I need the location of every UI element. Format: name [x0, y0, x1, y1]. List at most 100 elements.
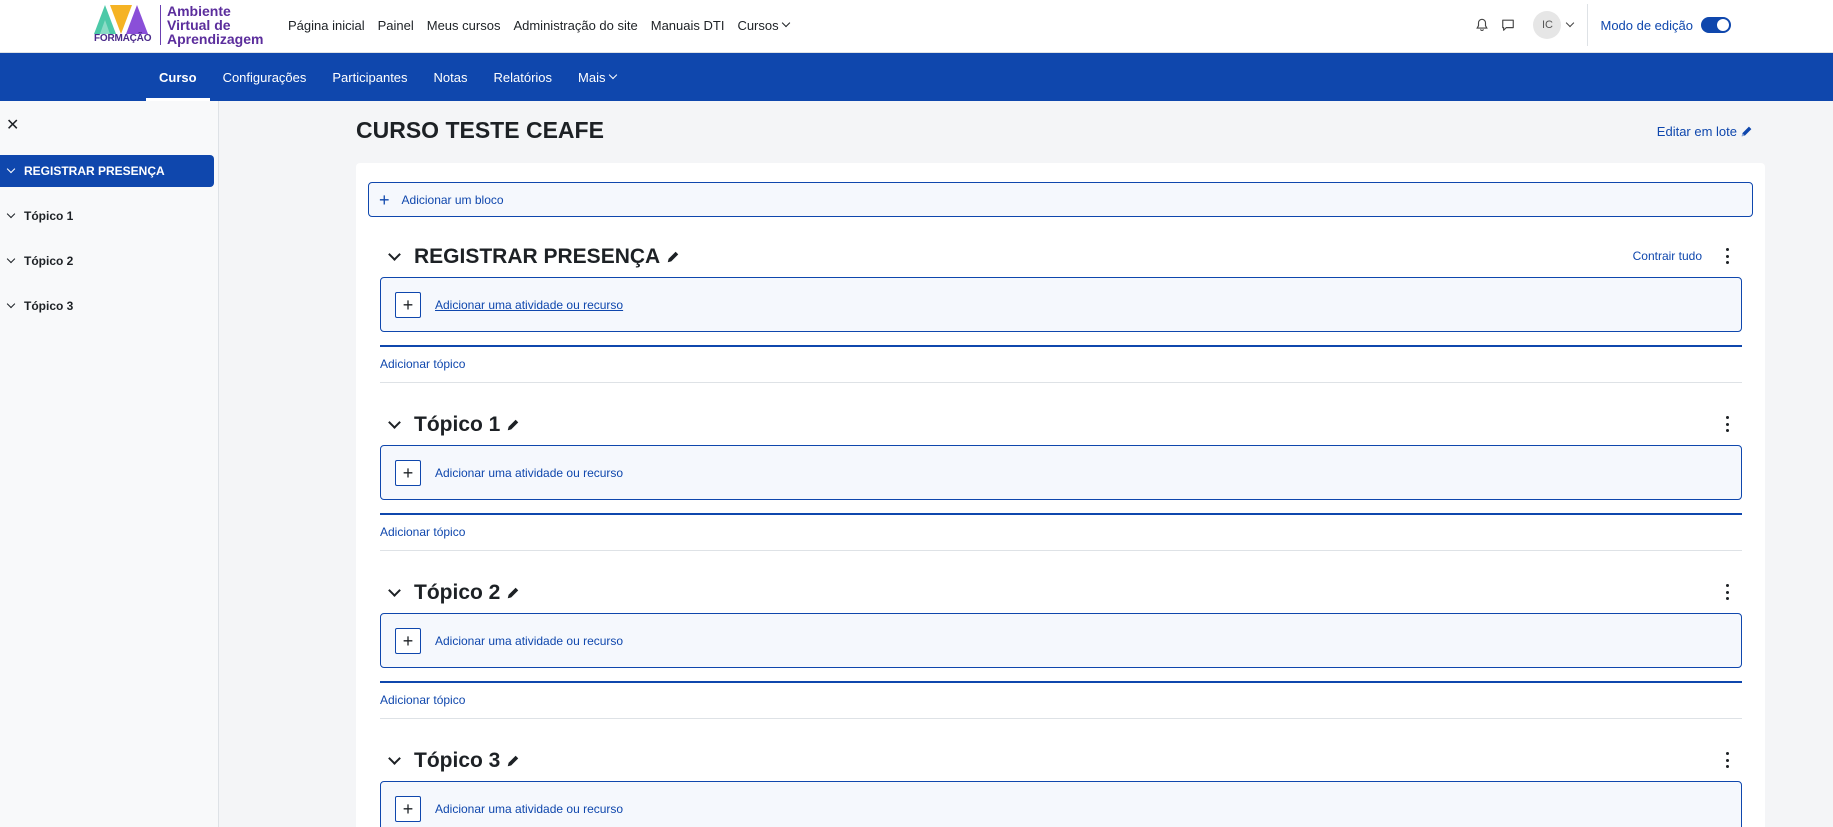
section-divider-line — [380, 345, 1742, 347]
ava-logo-mark: FORMAÇÃO — [92, 2, 160, 48]
chevron-down-icon — [608, 70, 617, 80]
course-index-item-label: REGISTRAR PRESENÇA — [24, 164, 165, 178]
close-drawer-icon[interactable]: ✕ — [6, 115, 20, 134]
logo-text-line3: Aprendizagem — [167, 31, 264, 47]
section-header: Tópico 3 — [380, 743, 1742, 779]
chevron-down-icon[interactable] — [6, 254, 16, 264]
add-activity-box[interactable]: + Adicionar uma atividade ou recurso — [380, 781, 1742, 827]
add-activity-box[interactable]: + Adicionar uma atividade ou recurso — [380, 613, 1742, 668]
add-topic-link[interactable]: Adicionar tópico — [380, 357, 465, 371]
add-topic-link[interactable]: Adicionar tópico — [380, 693, 465, 707]
tab-more-label: Mais — [578, 69, 606, 85]
section-title: Tópico 2 — [414, 581, 501, 604]
edit-mode-label: Modo de edição — [1600, 17, 1693, 33]
plus-icon: + — [379, 189, 390, 210]
add-activity-link[interactable]: Adicionar uma atividade ou recurso — [435, 634, 623, 648]
chevron-down-icon — [781, 18, 790, 28]
collapse-section-chevron-icon[interactable] — [388, 419, 400, 431]
pencil-icon — [1741, 126, 1752, 137]
logo-subtitle: FORMAÇÃO — [94, 33, 152, 44]
add-activity-box[interactable]: + Adicionar uma atividade ou recurso — [380, 277, 1742, 332]
add-block-button[interactable]: + Adicionar um bloco — [368, 182, 1753, 217]
section-actions-kebab-icon[interactable] — [1724, 416, 1730, 432]
chevron-down-icon[interactable] — [6, 164, 16, 174]
nav-my-courses[interactable]: Meus cursos — [427, 18, 501, 33]
edit-section-title-pencil-icon[interactable] — [666, 250, 680, 264]
add-activity-plus-icon[interactable]: + — [395, 795, 421, 822]
section-separator — [380, 718, 1742, 719]
add-activity-link[interactable]: Adicionar uma atividade ou recurso — [435, 298, 623, 312]
edit-section-title-pencil-icon[interactable] — [506, 418, 520, 432]
tab-reports[interactable]: Relatórios — [481, 53, 566, 101]
nav-site-admin[interactable]: Administração do site — [513, 18, 637, 33]
course-section-registrar-presenca: REGISTRAR PRESENÇA Contrair tudo + Adici… — [380, 239, 1742, 383]
add-activity-link[interactable]: Adicionar uma atividade ou recurso — [435, 802, 623, 816]
logo-divider — [160, 5, 161, 45]
user-avatar[interactable]: IC — [1533, 11, 1562, 39]
messages-chat-icon[interactable] — [1495, 12, 1521, 38]
notifications-bell-icon[interactable] — [1469, 12, 1495, 38]
add-activity-box[interactable]: + Adicionar uma atividade ou recurso — [380, 445, 1742, 500]
course-index-item-topico-2[interactable]: Tópico 2 — [0, 245, 214, 277]
course-index-item-topico-1[interactable]: Tópico 1 — [0, 200, 214, 232]
section-title: REGISTRAR PRESENÇA — [414, 245, 661, 268]
navbar-divider — [1587, 4, 1589, 46]
tab-participants[interactable]: Participantes — [319, 53, 420, 101]
tab-more-dropdown[interactable]: Mais — [565, 53, 628, 101]
edit-mode-toggle[interactable] — [1701, 17, 1731, 33]
section-header: Tópico 2 — [380, 575, 1742, 611]
primary-navigation: Página inicial Painel Meus cursos Admini… — [288, 0, 802, 50]
user-menu-chevron-down-icon[interactable] — [1566, 18, 1575, 28]
bulk-edit-label: Editar em lote — [1656, 124, 1737, 139]
chevron-down-icon[interactable] — [6, 209, 16, 219]
nav-home[interactable]: Página inicial — [288, 18, 365, 33]
section-actions-kebab-icon[interactable] — [1724, 752, 1730, 768]
section-separator — [380, 382, 1742, 383]
add-block-label: Adicionar um bloco — [401, 192, 504, 207]
collapse-section-chevron-icon[interactable] — [388, 251, 400, 263]
course-index-drawer: ✕ REGISTRAR PRESENÇA Tópico 1 Tópico 2 T… — [0, 101, 219, 827]
course-index-item-label: Tópico 2 — [24, 254, 74, 268]
logo-text-line1: Ambiente — [167, 3, 231, 19]
section-actions-kebab-icon[interactable] — [1724, 248, 1730, 264]
tab-settings[interactable]: Configurações — [210, 53, 320, 101]
tab-grades[interactable]: Notas — [421, 53, 481, 101]
course-index-item-label: Tópico 3 — [24, 299, 74, 313]
course-content-card: + Adicionar um bloco REGISTRAR PRESENÇA … — [356, 163, 1765, 827]
site-logo[interactable]: FORMAÇÃO Ambiente Virtual de Aprendizage… — [92, 2, 272, 48]
nav-courses-label: Cursos — [737, 17, 779, 33]
secondary-navigation: Curso Configurações Participantes Notas … — [0, 53, 1833, 101]
collapse-all-link[interactable]: Contrair tudo — [1633, 249, 1702, 263]
section-actions-kebab-icon[interactable] — [1724, 584, 1730, 600]
add-activity-plus-icon[interactable]: + — [395, 627, 421, 654]
nav-courses-dropdown[interactable]: Cursos — [737, 17, 790, 33]
section-header: Tópico 1 — [380, 407, 1742, 443]
nav-dti-manuals[interactable]: Manuais DTI — [651, 18, 725, 33]
page-title: CURSO TESTE CEAFE — [356, 117, 604, 143]
edit-section-title-pencil-icon[interactable] — [506, 754, 520, 768]
add-activity-plus-icon[interactable]: + — [395, 459, 421, 486]
add-topic-link[interactable]: Adicionar tópico — [380, 525, 465, 539]
course-section-topico-3: Tópico 3 + Adicionar uma atividade ou re… — [380, 743, 1742, 827]
bulk-edit-link[interactable]: Editar em lote — [1657, 124, 1753, 139]
nav-dashboard[interactable]: Painel — [378, 18, 414, 33]
section-separator — [380, 550, 1742, 551]
course-section-topico-1: Tópico 1 + Adicionar uma atividade ou re… — [380, 407, 1742, 551]
top-navbar: FORMAÇÃO Ambiente Virtual de Aprendizage… — [0, 0, 1833, 53]
chevron-down-icon[interactable] — [6, 299, 16, 309]
logo-text: Ambiente Virtual de Aprendizagem — [167, 4, 263, 46]
user-tools: IC Modo de edição — [1469, 0, 1833, 50]
collapse-section-chevron-icon[interactable] — [388, 755, 400, 767]
add-activity-plus-icon[interactable]: + — [395, 291, 421, 318]
tab-course[interactable]: Curso — [146, 53, 210, 101]
add-activity-link[interactable]: Adicionar uma atividade ou recurso — [435, 466, 623, 480]
section-title: Tópico 3 — [414, 749, 501, 772]
course-index-item-registrar-presenca[interactable]: REGISTRAR PRESENÇA — [0, 155, 214, 187]
course-index-item-topico-3[interactable]: Tópico 3 — [0, 290, 214, 322]
section-title: Tópico 1 — [414, 413, 501, 436]
edit-section-title-pencil-icon[interactable] — [506, 586, 520, 600]
logo-text-line2: Virtual de — [167, 17, 231, 33]
collapse-section-chevron-icon[interactable] — [388, 587, 400, 599]
course-section-topico-2: Tópico 2 + Adicionar uma atividade ou re… — [380, 575, 1742, 719]
course-index-item-label: Tópico 1 — [24, 209, 74, 223]
